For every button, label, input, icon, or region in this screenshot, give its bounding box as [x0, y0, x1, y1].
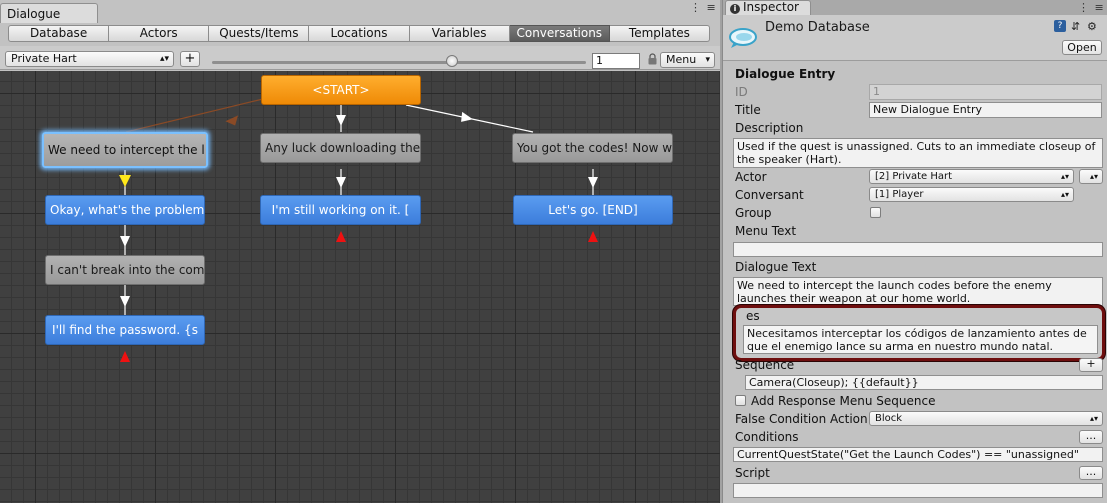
id-field: 1 [869, 84, 1102, 100]
actor-dropdown-label: [2] Private Hart [875, 171, 953, 182]
link-arrow-start-n1 [225, 115, 239, 126]
actor-dropdown[interactable]: [2] Private Hart ▴▾ [869, 169, 1074, 184]
database-header: Demo Database ? ⇵ ⚙ Open [723, 15, 1107, 61]
response-menu-checkbox[interactable] [735, 395, 746, 406]
updown-arrow-icon: ▴▾ [1089, 414, 1098, 423]
description-field[interactable]: Used if the quest is unassigned. Cuts to… [733, 138, 1103, 168]
script-wizard-button[interactable]: ... [1079, 466, 1103, 480]
help-icon[interactable]: ? [1054, 20, 1066, 32]
zoom-field[interactable]: 1 [592, 53, 640, 69]
dialogue-text-label: Dialogue Text [735, 260, 817, 274]
description-label: Description [735, 121, 804, 135]
actor-label: Actor [735, 170, 767, 184]
link-arrow-n4-n7 [120, 236, 130, 247]
dialogue-window-tab[interactable]: Dialogue [0, 3, 98, 23]
menu-dropdown[interactable]: Menu ▾ [660, 52, 715, 68]
inspector-menu-icon[interactable]: ⋮ ≡ [1078, 1, 1105, 14]
dialogue-system-logo-icon [729, 28, 757, 48]
link-arrow-n7-n8 [120, 296, 130, 307]
conversant-dropdown[interactable]: [1] Player ▴▾ [869, 187, 1074, 202]
node-entry-7[interactable]: I can't break into the com [45, 255, 205, 285]
node-entry-3[interactable]: You got the codes! Now we [512, 133, 673, 163]
sequence-add-button[interactable]: + [1079, 358, 1103, 372]
link-arrow-n2-n5 [336, 177, 346, 188]
menu-text-field[interactable] [733, 242, 1103, 257]
localized-text-field[interactable]: Necesitamos interceptar los códigos de l… [743, 325, 1098, 354]
dialogue-window: Dialogue ⋮ ≡ Database Actors Quests/Item… [0, 0, 720, 503]
tab-templates[interactable]: Templates [609, 25, 710, 42]
end-marker-n8 [120, 351, 130, 362]
add-conversation-button[interactable]: + [180, 51, 200, 67]
tab-actors[interactable]: Actors [109, 25, 210, 42]
inspector-tab-row: i Inspector ⋮ ≡ [723, 0, 1107, 15]
conversant-label: Conversant [735, 188, 804, 202]
localized-language-label: es [746, 309, 760, 323]
inspector-tab[interactable]: i Inspector [725, 0, 811, 15]
end-marker-n6 [588, 231, 598, 242]
database-name: Demo Database [765, 20, 870, 35]
info-icon: i [730, 4, 740, 14]
node-entry-4[interactable]: Okay, what's the problem? [45, 195, 205, 225]
zoom-slider-track[interactable] [212, 61, 586, 64]
node-canvas[interactable]: <START> We need to intercept the l Any l… [0, 71, 720, 503]
script-label: Script [735, 466, 770, 480]
end-marker-n5 [336, 231, 346, 242]
conditions-field[interactable]: CurrentQuestState("Get the Launch Codes"… [733, 447, 1103, 462]
tab-locations[interactable]: Locations [309, 25, 410, 42]
updown-arrow-icon: ▴▾ [159, 54, 169, 64]
updown-arrow-icon: ▴▾ [1060, 172, 1069, 181]
link-arrow-start-n3 [461, 111, 473, 122]
gear-icon[interactable]: ⚙ [1087, 20, 1097, 33]
window-menu-icon[interactable]: ⋮ ≡ [690, 1, 717, 14]
script-field[interactable] [733, 483, 1103, 498]
false-condition-dropdown-label: Block [875, 413, 903, 424]
node-entry-6[interactable]: Let's go. [END] [513, 195, 673, 225]
link-arrow-n3-n6 [588, 177, 598, 188]
inspector-panel: i Inspector ⋮ ≡ Demo Database ? ⇵ ⚙ Open … [722, 0, 1107, 503]
tab-variables[interactable]: Variables [409, 25, 510, 42]
conversation-select-label: Private Hart [11, 52, 77, 65]
menu-text-label: Menu Text [735, 224, 797, 238]
updown-arrow-icon: ▴▾ [1089, 172, 1098, 181]
editor-tabs: Database Actors Quests/Items Locations V… [8, 25, 710, 42]
settings-icon[interactable]: ⇵ [1071, 20, 1080, 33]
id-label: ID [735, 85, 748, 99]
lock-icon[interactable] [648, 53, 657, 65]
section-title: Dialogue Entry [735, 67, 836, 81]
conditions-wizard-button[interactable]: ... [1079, 430, 1103, 444]
zoom-slider-handle[interactable] [446, 55, 458, 67]
conversant-dropdown-label: [1] Player [875, 189, 924, 200]
conversation-select[interactable]: Private Hart ▴▾ [5, 51, 174, 67]
localization-highlight: es Necesitamos interceptar los códigos d… [733, 305, 1105, 361]
sequence-label: Sequence [735, 358, 795, 372]
updown-arrow-icon: ▴▾ [1060, 190, 1069, 199]
node-entry-1[interactable]: We need to intercept the l [42, 132, 208, 168]
link-start-n1 [125, 98, 264, 133]
group-label: Group [735, 206, 772, 220]
false-condition-label: False Condition Action [735, 412, 868, 426]
tab-database[interactable]: Database [8, 25, 110, 42]
dialogue-text-field[interactable]: We need to intercept the launch codes be… [733, 277, 1103, 306]
tab-quests-items[interactable]: Quests/Items [209, 25, 310, 42]
response-menu-label: Add Response Menu Sequence [751, 394, 936, 408]
false-condition-dropdown[interactable]: Block ▴▾ [869, 411, 1103, 426]
tab-conversations[interactable]: Conversations [509, 25, 610, 42]
node-start[interactable]: <START> [261, 75, 421, 105]
inspector-tab-label: Inspector [743, 0, 799, 14]
conditions-label: Conditions [735, 430, 799, 444]
link-arrow-n1-n4 [119, 175, 131, 187]
actor-options-button[interactable]: ▴▾ [1079, 169, 1103, 184]
node-entry-5[interactable]: I'm still working on it. [ [260, 195, 421, 225]
dropdown-arrow-icon: ▾ [705, 55, 710, 65]
node-entry-2[interactable]: Any luck downloading the l [260, 133, 421, 163]
link-arrow-start-n2 [336, 115, 346, 126]
title-field[interactable]: New Dialogue Entry [869, 102, 1102, 118]
title-label: Title [735, 103, 761, 117]
open-button[interactable]: Open [1062, 40, 1102, 55]
group-checkbox[interactable] [870, 207, 881, 218]
node-entry-8[interactable]: I'll find the password. {s [45, 315, 205, 345]
menu-dropdown-label: Menu [666, 53, 697, 66]
sequence-field[interactable]: Camera(Closeup); {{default}} [745, 375, 1103, 390]
